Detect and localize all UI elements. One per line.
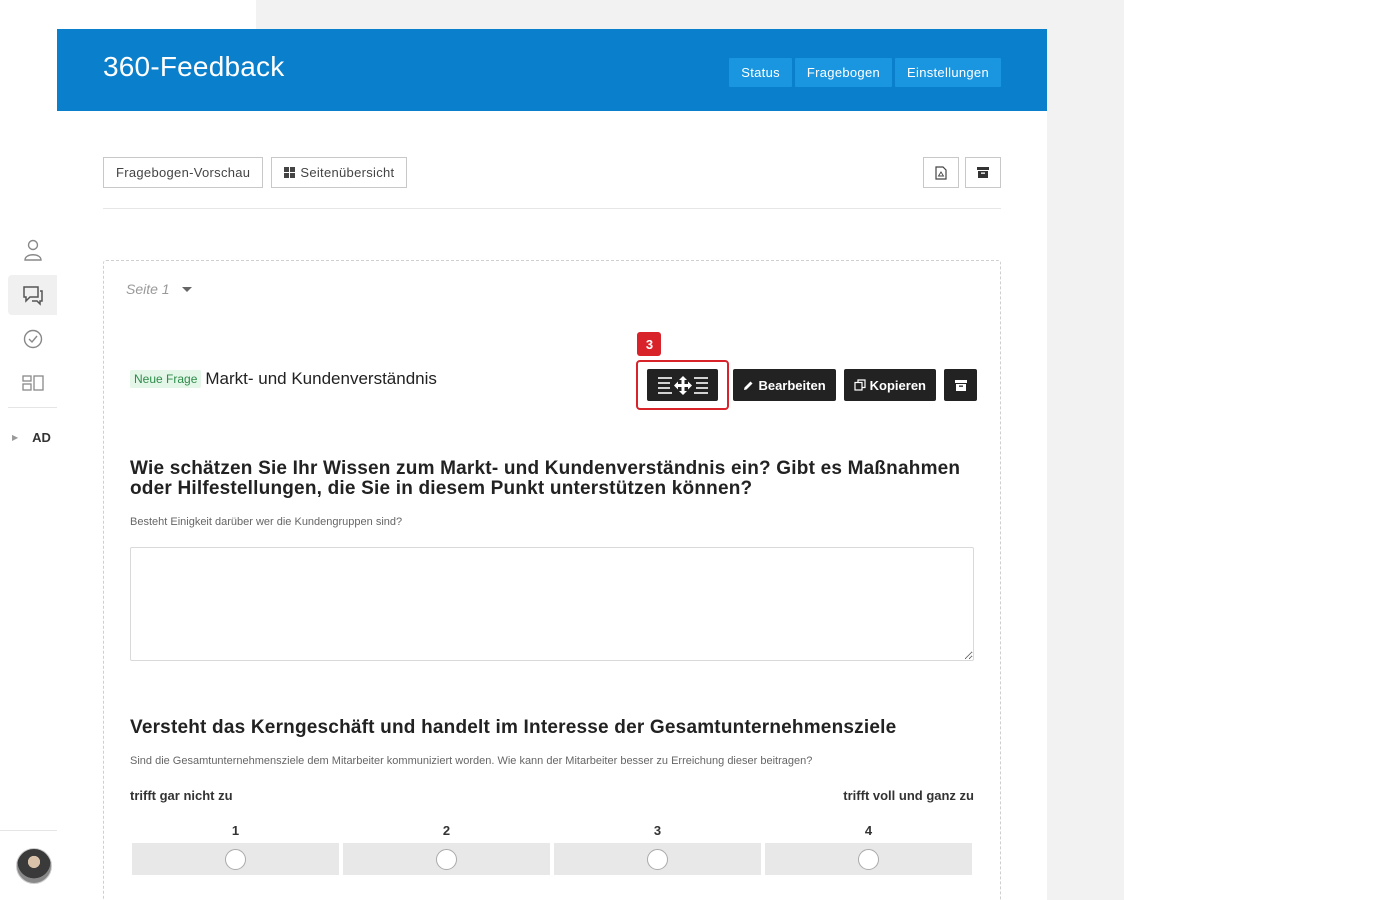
question-actions: 3 Bearbeiten Kopieren: [636, 332, 977, 410]
right-gray-panel: [1047, 0, 1124, 900]
scale-number: 2: [442, 823, 451, 838]
question-group-title: Markt- und Kundenverständnis: [205, 369, 437, 388]
page-overview-button[interactable]: Seitenübersicht: [271, 157, 408, 188]
question-2-title: Versteht das Kerngeschäft und handelt im…: [130, 717, 897, 738]
nav-status-button[interactable]: Status: [729, 58, 792, 87]
grid-icon: [284, 167, 296, 178]
radio-1[interactable]: [225, 848, 246, 870]
scale-number: 1: [231, 823, 240, 838]
scale-cell-3[interactable]: [554, 843, 761, 875]
export-pdf-button[interactable]: [923, 157, 959, 188]
sidebar-item-profile[interactable]: [8, 230, 57, 270]
page-container: Seite 1 Neue Frage Markt- und Kundenvers…: [103, 260, 1001, 900]
radio-3[interactable]: [647, 848, 668, 870]
chat-icon: [22, 286, 43, 306]
copy-icon: [854, 379, 866, 391]
toolbar-right: [923, 157, 1001, 188]
copy-button[interactable]: Kopieren: [843, 369, 936, 401]
main-content: Fragebogen-Vorschau Seitenübersicht Seit…: [57, 111, 1047, 900]
top-gray-strip: [256, 0, 1124, 29]
scale-cell-4[interactable]: [765, 843, 972, 875]
sidebar-section-ad[interactable]: ▶ AD: [12, 430, 51, 445]
toolbar: Fragebogen-Vorschau Seitenübersicht: [103, 157, 408, 188]
question-1-title: Wie schätzen Sie Ihr Wissen zum Markt- u…: [130, 458, 961, 499]
scale-cell-2[interactable]: [343, 843, 550, 875]
scale-high-label: trifft voll und ganz zu: [843, 788, 974, 803]
avatar[interactable]: [16, 848, 52, 884]
question-header: Neue Frage Markt- und Kundenverständnis: [130, 369, 437, 389]
preview-button-label: Fragebogen-Vorschau: [116, 165, 251, 180]
move-highlight: 3: [636, 332, 730, 410]
scale-low-label: trifft gar nicht zu: [130, 788, 233, 803]
user-icon: [23, 239, 42, 261]
sidebar-section-label: AD: [32, 430, 51, 445]
scale-cell-1[interactable]: [132, 843, 339, 875]
app-header: 360-Feedback Status Fragebogen Einstellu…: [57, 29, 1047, 111]
new-question-badge: Neue Frage: [130, 370, 202, 388]
move-icon: [657, 376, 708, 395]
page-overview-label: Seitenübersicht: [300, 165, 395, 180]
radio-4[interactable]: [858, 848, 879, 870]
page-title: 360-Feedback: [103, 51, 285, 82]
preview-button[interactable]: Fragebogen-Vorschau: [103, 157, 264, 188]
scale-number: 4: [864, 823, 873, 838]
sidebar-top-spacer: [57, 0, 256, 29]
archive-question-button[interactable]: [944, 369, 977, 401]
scale-options: [132, 843, 972, 875]
nav-questionnaire-button[interactable]: Fragebogen: [794, 58, 893, 87]
nav-settings-button[interactable]: Einstellungen: [895, 58, 1001, 87]
edit-button-label: Bearbeiten: [758, 377, 826, 393]
archive-icon: [954, 379, 967, 391]
sidebar: ▶ AD: [0, 0, 57, 900]
page-label: Seite 1: [126, 281, 170, 297]
step-marker: 3: [637, 332, 662, 356]
scale-number: 3: [653, 823, 662, 838]
pdf-icon: [935, 165, 947, 180]
toolbar-divider: [103, 208, 1001, 209]
page-selector[interactable]: Seite 1: [126, 281, 192, 297]
dashboard-icon: [21, 375, 44, 391]
sidebar-item-dashboard[interactable]: [8, 363, 57, 403]
archive-button[interactable]: [965, 157, 1001, 188]
triangle-right-icon: ▶: [12, 433, 19, 442]
caret-down-icon: [181, 286, 192, 292]
move-button[interactable]: [647, 369, 719, 401]
question-1-hint: Besteht Einigkeit darüber wer die Kunden…: [130, 516, 403, 528]
sidebar-item-tasks[interactable]: [8, 319, 57, 359]
question-1-answer-textarea[interactable]: [130, 547, 974, 661]
copy-button-label: Kopieren: [869, 377, 926, 393]
edit-button[interactable]: Bearbeiten: [733, 369, 836, 401]
pencil-icon: [744, 381, 753, 390]
archive-icon: [977, 167, 989, 178]
header-nav: Status Fragebogen Einstellungen: [729, 58, 1001, 87]
check-circle-icon: [23, 329, 42, 349]
sidebar-bottom-divider: [0, 830, 57, 831]
radio-2[interactable]: [436, 848, 457, 870]
sidebar-divider: [8, 407, 57, 408]
sidebar-item-feedback[interactable]: [8, 275, 57, 315]
question-2-hint: Sind die Gesamtunternehmensziele dem Mit…: [130, 755, 813, 767]
scale-numbers: 1 2 3 4: [132, 823, 972, 838]
